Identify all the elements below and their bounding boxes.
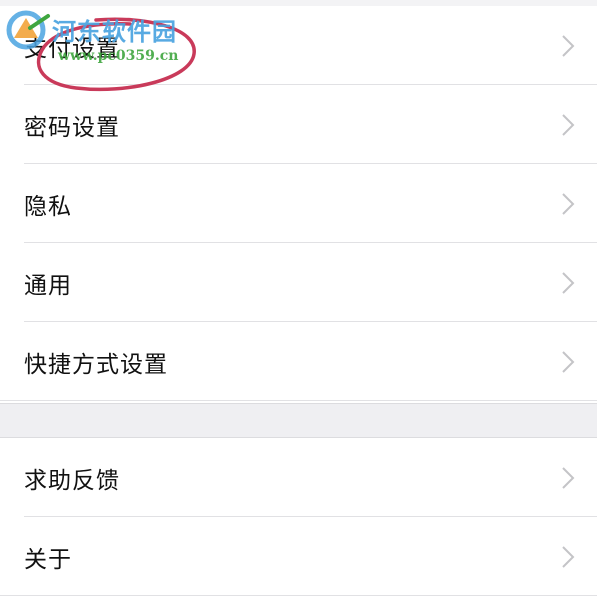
settings-item-shortcuts[interactable]: 快捷方式设置 <box>0 322 597 401</box>
section-separator <box>0 403 597 438</box>
settings-item-password[interactable]: 密码设置 <box>0 85 597 164</box>
settings-item-payment[interactable]: 支付设置 <box>0 6 597 85</box>
chevron-right-icon <box>562 545 575 568</box>
settings-item-about[interactable]: 关于 <box>0 517 597 596</box>
chevron-right-icon <box>562 113 575 136</box>
settings-item-label: 快捷方式设置 <box>24 351 168 378</box>
chevron-right-icon <box>562 271 575 294</box>
settings-item-label: 关于 <box>24 546 72 573</box>
chevron-right-icon <box>562 34 575 57</box>
settings-item-general[interactable]: 通用 <box>0 243 597 322</box>
chevron-right-icon <box>562 192 575 215</box>
settings-item-feedback[interactable]: 求助反馈 <box>0 438 597 517</box>
settings-group-main: 支付设置 密码设置 隐私 通用 快捷方式设置 <box>0 6 597 403</box>
settings-screen: 支付设置 密码设置 隐私 通用 快捷方式设置 求助反馈 关于 河东软件园 www… <box>0 0 597 597</box>
settings-item-label: 通用 <box>24 272 72 299</box>
settings-item-label: 隐私 <box>24 193 72 220</box>
settings-item-label: 求助反馈 <box>24 467 120 494</box>
chevron-right-icon <box>562 466 575 489</box>
settings-item-privacy[interactable]: 隐私 <box>0 164 597 243</box>
settings-item-label: 密码设置 <box>24 114 120 141</box>
settings-item-label: 支付设置 <box>24 35 120 62</box>
settings-group-support: 求助反馈 关于 <box>0 437 597 597</box>
chevron-right-icon <box>562 350 575 373</box>
